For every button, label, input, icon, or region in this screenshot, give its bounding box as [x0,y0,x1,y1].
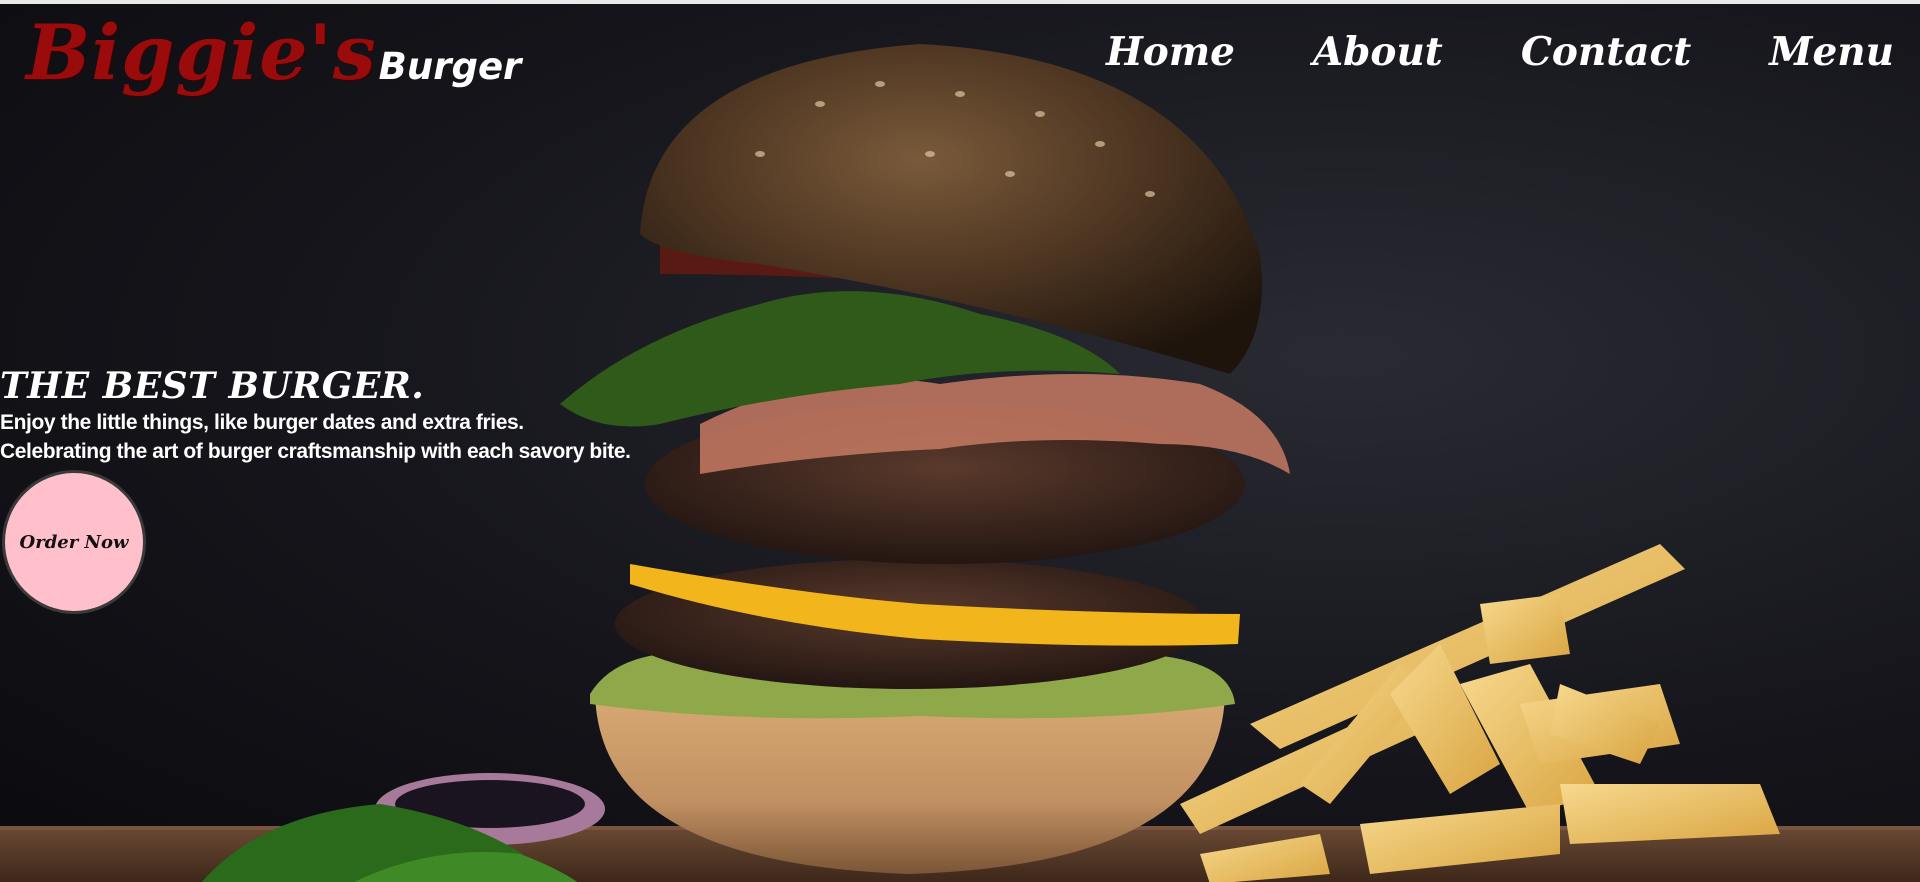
brand-name: Biggie's [26,8,377,97]
hero-title: THE BEST BURGER. [0,365,425,407]
brand-suffix: Burger [378,45,522,88]
nav-link-about[interactable]: About [1313,24,1443,80]
site-header: Biggie's Burger Home About Contact Menu [0,4,1920,114]
brand-logo[interactable]: Biggie's Burger [26,8,521,98]
hero-section: THE BEST BURGER. Enjoy the little things… [0,364,631,466]
order-now-button[interactable]: Order Now [2,470,146,614]
hero-tagline-1: Enjoy the little things, like burger dat… [0,411,524,434]
nav-link-menu[interactable]: Menu [1769,24,1894,80]
hero-tagline-2: Celebrating the art of burger craftsmans… [0,440,631,463]
main-nav: Home About Contact Menu [1106,24,1894,80]
nav-link-contact[interactable]: Contact [1521,24,1691,80]
nav-link-home[interactable]: Home [1106,24,1235,80]
landing-page: Biggie's Burger Home About Contact Menu … [0,0,1920,882]
